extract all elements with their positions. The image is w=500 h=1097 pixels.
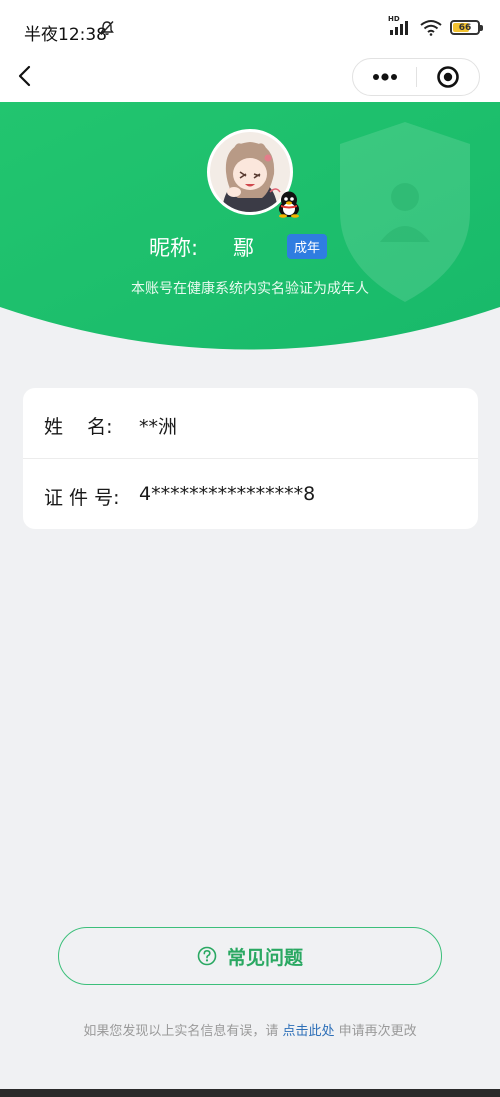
question-circle-icon <box>197 946 217 966</box>
mute-bell-icon <box>100 21 114 35</box>
footer-note: 如果您发现以上实名信息有误，请 点击此处 申请再次更改 <box>0 1020 500 1039</box>
wifi-icon <box>420 20 442 36</box>
signal-icon: HD <box>388 15 412 36</box>
click-here-link[interactable]: 点击此处 <box>282 1024 334 1039</box>
faq-button[interactable]: 常见问题 <box>58 927 442 985</box>
nickname-label: 昵称: <box>149 236 199 260</box>
footer-suffix: 申请再次更改 <box>338 1024 417 1039</box>
nickname-value: 鄢 <box>233 236 254 260</box>
name-value: **洲 <box>139 416 178 438</box>
back-chevron-icon[interactable] <box>14 64 38 88</box>
info-row-name: 姓 名: **洲 <box>23 388 478 459</box>
faq-label: 常见问题 <box>226 946 303 969</box>
bottom-edge-bar <box>0 1089 500 1097</box>
footer-prefix: 如果您发现以上实名信息有误，请 <box>83 1024 279 1039</box>
close-button[interactable] <box>417 59 479 95</box>
mini-program-capsule <box>352 58 480 96</box>
status-time: 半夜12:38 <box>24 25 107 45</box>
profile-header: 昵称: 鄢 成年 本账号在健康系统内实名验证为成年人 <box>0 102 500 358</box>
nickname-row: 昵称: 鄢 成年 <box>0 230 500 264</box>
status-icons: HD 66 <box>388 15 483 36</box>
page: 半夜12:38 HD 66 昵称: 鄢 成年 本账号在健康系统内实名验证为成年人… <box>0 0 500 1097</box>
verification-description: 本账号在健康系统内实名验证为成年人 <box>131 281 369 297</box>
more-button[interactable] <box>353 59 416 95</box>
target-close-icon <box>437 66 459 88</box>
info-row-id-number: 证 件 号: 4****************8 <box>23 459 478 529</box>
id-number-value: 4****************8 <box>139 483 316 505</box>
battery-icon: 66 <box>450 20 483 35</box>
battery-level: 66 <box>458 22 472 33</box>
id-number-label: 证 件 号: <box>44 487 120 509</box>
nav-bar <box>0 54 500 102</box>
real-name-info-card: 姓 名: **洲 证 件 号: 4****************8 <box>23 388 478 529</box>
adult-status-badge: 成年 <box>287 234 328 259</box>
name-label: 姓 名: <box>44 416 113 438</box>
more-dots-icon <box>372 73 397 81</box>
qq-penguin-icon <box>279 191 299 218</box>
status-bar: 半夜12:38 HD 66 <box>0 0 500 54</box>
